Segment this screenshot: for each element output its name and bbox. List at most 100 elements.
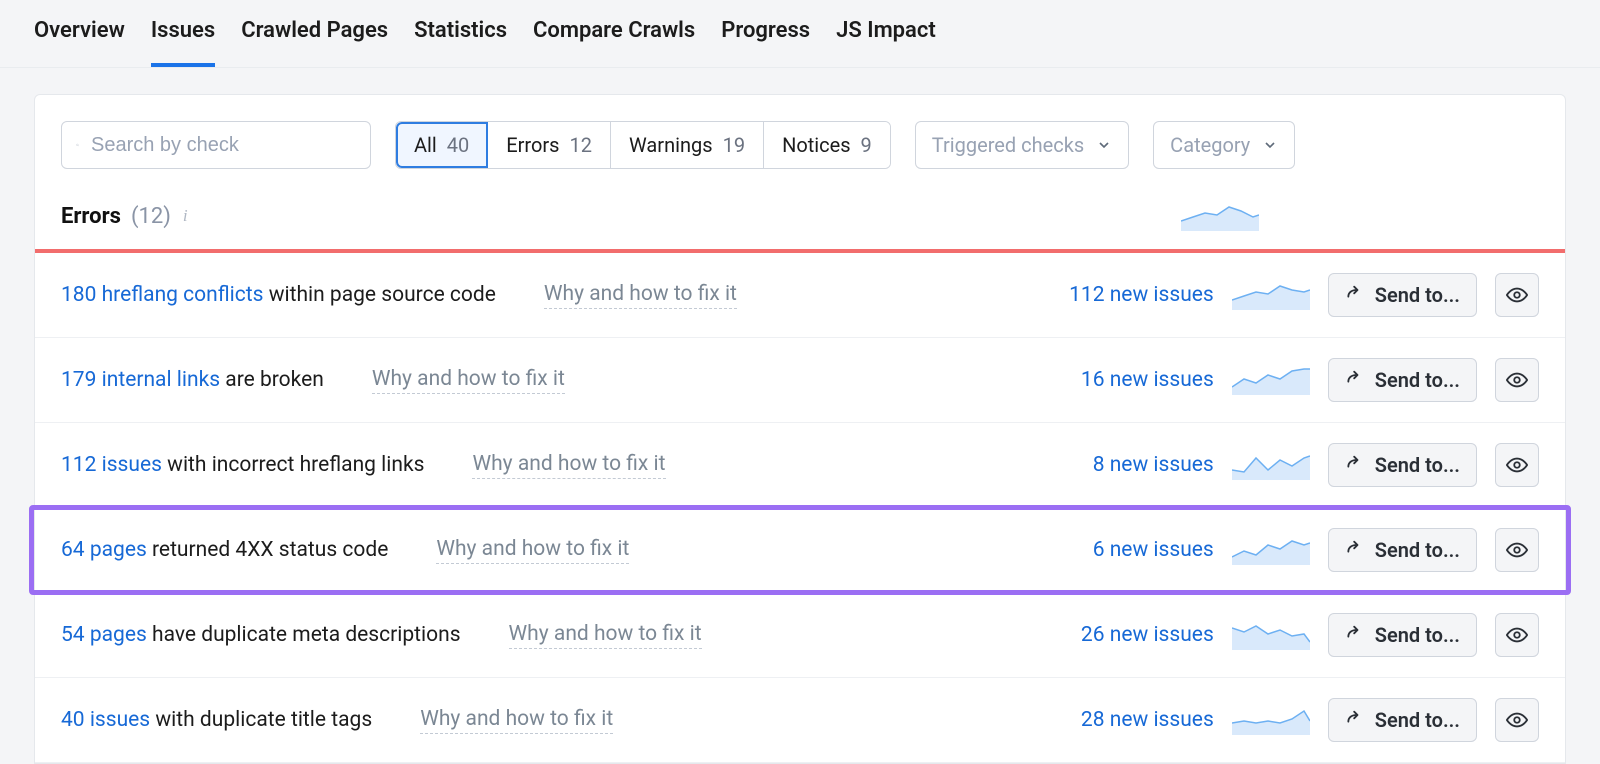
triggered-checks-dropdown[interactable]: Triggered checks bbox=[915, 121, 1129, 169]
dropdown-label: Category bbox=[1170, 133, 1250, 157]
segment-label: Errors bbox=[506, 133, 559, 157]
send-to-button[interactable]: Send to... bbox=[1328, 443, 1477, 487]
filter-segments: All 40 Errors 12 Warnings 19 Notices9 bbox=[395, 121, 891, 169]
issue-link[interactable]: 112 issues bbox=[61, 453, 162, 477]
issue-text: 112 issues with incorrect hreflang links bbox=[61, 453, 424, 477]
row-sparkline bbox=[1232, 365, 1310, 395]
hide-button[interactable] bbox=[1495, 528, 1539, 572]
search-icon bbox=[76, 135, 79, 155]
why-how-link[interactable]: Why and how to fix it bbox=[420, 707, 613, 734]
issue-text: 64 pages returned 4XX status code bbox=[61, 538, 388, 562]
segment-all[interactable]: All 40 bbox=[396, 122, 488, 168]
issue-row: 40 issues with duplicate title tags Why a… bbox=[35, 678, 1565, 763]
segment-notices[interactable]: Notices9 bbox=[764, 122, 890, 168]
why-how-link[interactable]: Why and how to fix it bbox=[436, 537, 629, 564]
eye-icon bbox=[1506, 284, 1528, 306]
send-to-label: Send to... bbox=[1375, 453, 1460, 477]
issue-rest: returned 4XX status code bbox=[147, 538, 389, 562]
segment-label: All bbox=[414, 133, 437, 157]
share-arrow-icon bbox=[1345, 625, 1365, 645]
new-issues-link[interactable]: 16 new issues bbox=[1081, 368, 1214, 392]
toolbar: All 40 Errors 12 Warnings 19 Notices9 Triggere… bbox=[35, 95, 1565, 191]
issue-rest: have duplicate meta descriptions bbox=[147, 623, 461, 647]
eye-icon bbox=[1506, 539, 1528, 561]
issues-list: 180 hreflang conflicts within page sourc… bbox=[35, 253, 1565, 763]
row-sparkline bbox=[1232, 280, 1310, 310]
share-arrow-icon bbox=[1345, 710, 1365, 730]
segment-count: 12 bbox=[570, 133, 592, 157]
new-issues-link[interactable]: 8 new issues bbox=[1093, 453, 1214, 477]
why-how-link[interactable]: Why and how to fix it bbox=[544, 282, 737, 309]
issue-row: 180 hreflang conflicts within page sourc… bbox=[35, 253, 1565, 338]
why-how-link[interactable]: Why and how to fix it bbox=[372, 367, 565, 394]
row-sparkline bbox=[1232, 705, 1310, 735]
send-to-label: Send to... bbox=[1375, 368, 1460, 392]
issue-row: 112 issues with incorrect hreflang links… bbox=[35, 423, 1565, 508]
category-dropdown[interactable]: Category bbox=[1153, 121, 1295, 169]
issue-rest: are broken bbox=[220, 368, 324, 392]
eye-icon bbox=[1506, 709, 1528, 731]
segment-label: Warnings bbox=[629, 133, 713, 157]
issue-rest: with duplicate title tags bbox=[150, 708, 372, 732]
new-issues-link[interactable]: 28 new issues bbox=[1081, 708, 1214, 732]
new-issues-link[interactable]: 6 new issues bbox=[1093, 538, 1214, 562]
tab-issues[interactable]: Issues bbox=[151, 18, 215, 67]
issue-link[interactable]: 40 issues bbox=[61, 708, 150, 732]
send-to-label: Send to... bbox=[1375, 623, 1460, 647]
issue-link[interactable]: 180 hreflang conflicts bbox=[61, 283, 263, 307]
hide-button[interactable] bbox=[1495, 358, 1539, 402]
issue-row: 64 pages returned 4XX status code Why and… bbox=[35, 508, 1565, 593]
segment-count: 19 bbox=[723, 133, 745, 157]
section-header: Errors (12) i bbox=[35, 191, 1565, 249]
segment-label: Notices bbox=[782, 133, 850, 157]
send-to-button[interactable]: Send to... bbox=[1328, 528, 1477, 572]
issue-row: 179 internal links are broken Why and how… bbox=[35, 338, 1565, 423]
segment-warnings[interactable]: Warnings 19 bbox=[611, 122, 764, 168]
send-to-button[interactable]: Send to... bbox=[1328, 698, 1477, 742]
segment-errors[interactable]: Errors 12 bbox=[488, 122, 611, 168]
dropdown-label: Triggered checks bbox=[932, 133, 1084, 157]
segment-count: 40 bbox=[447, 133, 469, 157]
tab-statistics[interactable]: Statistics bbox=[414, 18, 507, 67]
issue-link[interactable]: 54 pages bbox=[61, 623, 147, 647]
issue-rest: with incorrect hreflang links bbox=[162, 453, 425, 477]
issues-card: All 40 Errors 12 Warnings 19 Notices9 Triggere… bbox=[34, 94, 1566, 764]
new-issues-link[interactable]: 112 new issues bbox=[1069, 283, 1214, 307]
issue-link[interactable]: 179 internal links bbox=[61, 368, 220, 392]
tab-js-impact[interactable]: JS Impact bbox=[836, 18, 936, 67]
section-sparkline bbox=[1181, 201, 1259, 231]
row-sparkline bbox=[1232, 450, 1310, 480]
share-arrow-icon bbox=[1345, 455, 1365, 475]
send-to-label: Send to... bbox=[1375, 708, 1460, 732]
share-arrow-icon bbox=[1345, 285, 1365, 305]
send-to-button[interactable]: Send to... bbox=[1328, 613, 1477, 657]
issue-link[interactable]: 64 pages bbox=[61, 538, 147, 562]
send-to-button[interactable]: Send to... bbox=[1328, 358, 1477, 402]
hide-button[interactable] bbox=[1495, 613, 1539, 657]
share-arrow-icon bbox=[1345, 540, 1365, 560]
issue-text: 40 issues with duplicate title tags bbox=[61, 708, 372, 732]
hide-button[interactable] bbox=[1495, 698, 1539, 742]
why-how-link[interactable]: Why and how to fix it bbox=[509, 622, 702, 649]
tab-progress[interactable]: Progress bbox=[721, 18, 810, 67]
new-issues-link[interactable]: 26 new issues bbox=[1081, 623, 1214, 647]
tab-overview[interactable]: Overview bbox=[34, 18, 125, 67]
top-nav: Overview Issues Crawled Pages Statistics Com… bbox=[0, 0, 1600, 68]
issue-row: 54 pages have duplicate meta description… bbox=[35, 593, 1565, 678]
send-to-label: Send to... bbox=[1375, 283, 1460, 307]
search-input[interactable] bbox=[91, 134, 356, 157]
eye-icon bbox=[1506, 624, 1528, 646]
tab-crawled-pages[interactable]: Crawled Pages bbox=[241, 18, 388, 67]
search-input-wrap[interactable] bbox=[61, 121, 371, 169]
issue-text: 179 internal links are broken bbox=[61, 368, 324, 392]
hide-button[interactable] bbox=[1495, 443, 1539, 487]
why-how-link[interactable]: Why and how to fix it bbox=[472, 452, 665, 479]
issue-text: 54 pages have duplicate meta description… bbox=[61, 623, 461, 647]
section-title: Errors bbox=[61, 204, 121, 229]
chevron-down-icon bbox=[1262, 137, 1278, 153]
issue-text: 180 hreflang conflicts within page sourc… bbox=[61, 283, 496, 307]
tab-compare-crawls[interactable]: Compare Crawls bbox=[533, 18, 695, 67]
info-icon[interactable]: i bbox=[181, 206, 188, 226]
hide-button[interactable] bbox=[1495, 273, 1539, 317]
send-to-button[interactable]: Send to... bbox=[1328, 273, 1477, 317]
